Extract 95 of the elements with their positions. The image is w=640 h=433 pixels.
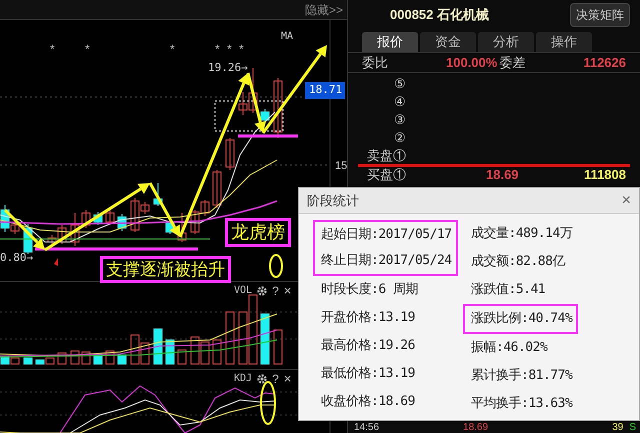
marker-text: * [85,41,90,58]
volume-bar [212,340,222,364]
volume-bar [70,350,80,364]
candlestick [178,212,186,242]
volume-bar [226,312,234,364]
candlestick [274,78,282,138]
selection-box [214,100,284,132]
volume-bar [154,328,162,364]
settings-icon[interactable] [257,286,268,296]
ask-level-label: ③ [393,111,406,128]
candlestick [260,108,270,124]
low-price-label: 0.80→ [0,250,34,266]
indicator-label: VOL [234,284,252,298]
volume-bar [178,350,186,364]
candlestick [70,212,80,246]
ask-level-label: ④ [393,93,406,110]
stat-text: 开盘价格:13.19 [321,309,416,328]
stat-text: 振幅:46.02% [471,339,549,358]
indicator-label: MA [281,30,294,44]
trade-price: 18.69 [463,423,488,433]
hide-button[interactable]: 隐藏>> [304,4,343,16]
marker-text: * [170,41,175,58]
stat-text: 收盘价格:18.69 [321,393,416,412]
candlestick [106,208,114,224]
tab[interactable]: 报价 [362,32,418,52]
stat-text: 最低价格:13.19 [321,365,416,384]
tab[interactable]: 操作 [536,32,592,52]
volume-bar [190,336,200,364]
trade-side: S [629,423,636,433]
volume-bar [24,358,32,364]
candlestick [94,212,102,226]
marker-text: * [227,41,232,58]
settings-icon[interactable] [257,374,268,384]
candlestick [226,138,234,170]
ratio-label: 委比 [362,54,389,72]
decision-matrix-button[interactable]: 决策矩阵 [570,3,630,27]
volume-bar [106,350,114,364]
close-button[interactable]: × [284,284,292,297]
difference-label: 委差 [499,54,526,72]
help-button[interactable]: ? [272,284,279,296]
candlestick [212,170,222,208]
volume-bar [82,352,90,364]
candlestick [82,210,90,228]
stat-text: 成交量:489.14万 [471,225,574,244]
volume-bar [94,354,102,364]
annotation-label: 龙虎榜 [225,218,291,246]
close-button[interactable]: × [622,192,631,208]
candlestick [154,182,162,206]
high-price-label: 19.26→ [208,60,248,76]
stat-text: 最高价格:19.26 [321,337,416,356]
volume-bar [58,352,66,364]
bid-price: 18.69 [486,166,519,184]
stat-text: 累计换手:81.77% [471,367,574,386]
trade-volume: 39 [612,423,624,433]
volume-bar [200,342,210,364]
stat-text: 平均换手:13.63% [471,395,574,414]
tab[interactable]: 资金 [420,32,476,52]
indicator-label: KDJ [234,372,252,386]
axis-label: 15 [335,159,348,174]
help-button[interactable]: ? [272,372,279,384]
stat-text: 涨跌比例:40.74% [471,310,572,328]
candlestick [118,214,126,232]
current-price-label: 18.71 [305,82,345,98]
stat-text: 成交额:82.88亿 [471,253,566,272]
stat-text: 终止日期:2017/05/24 [321,252,452,270]
stat-text: 涨跌值:5.41 [471,281,546,300]
volume-bar [248,294,258,364]
difference-value: 112626 [583,54,626,72]
volume-bar [140,342,150,364]
tab[interactable]: 分析 [478,32,534,52]
annotation-label: 支撑逐渐被抬升 [100,256,231,284]
volume-bar [130,334,140,364]
marker-text: * [215,41,220,58]
volume-bar [118,354,126,364]
stat-text: 时段长度:6 周期 [321,281,419,300]
bid-level-label: 买盘① [366,166,406,184]
ask-level-label: ⑤ [393,75,406,92]
ask-level-label: 卖盘① [366,147,406,164]
highlight-circle [269,254,283,278]
marker-text: * [239,41,244,58]
marker-text: * [50,41,55,58]
highlight-circle [260,381,276,425]
stat-text: 起始日期:2017/05/17 [321,226,452,244]
triangle-marker-icon [54,258,58,266]
volume-bar [166,340,174,364]
stock-title: 000852 石化机械 [390,6,489,24]
bid-volume: 111808 [584,166,626,184]
ratio-value: 100.00% [446,54,498,72]
volume-bar [238,312,248,364]
ask-level-label: ② [393,129,406,146]
close-button[interactable]: × [284,372,292,385]
volume-bar [260,314,270,364]
trade-time: 14:56 [354,423,380,433]
dialog-title: 阶段统计 [307,192,359,210]
volume-bar [274,330,282,364]
